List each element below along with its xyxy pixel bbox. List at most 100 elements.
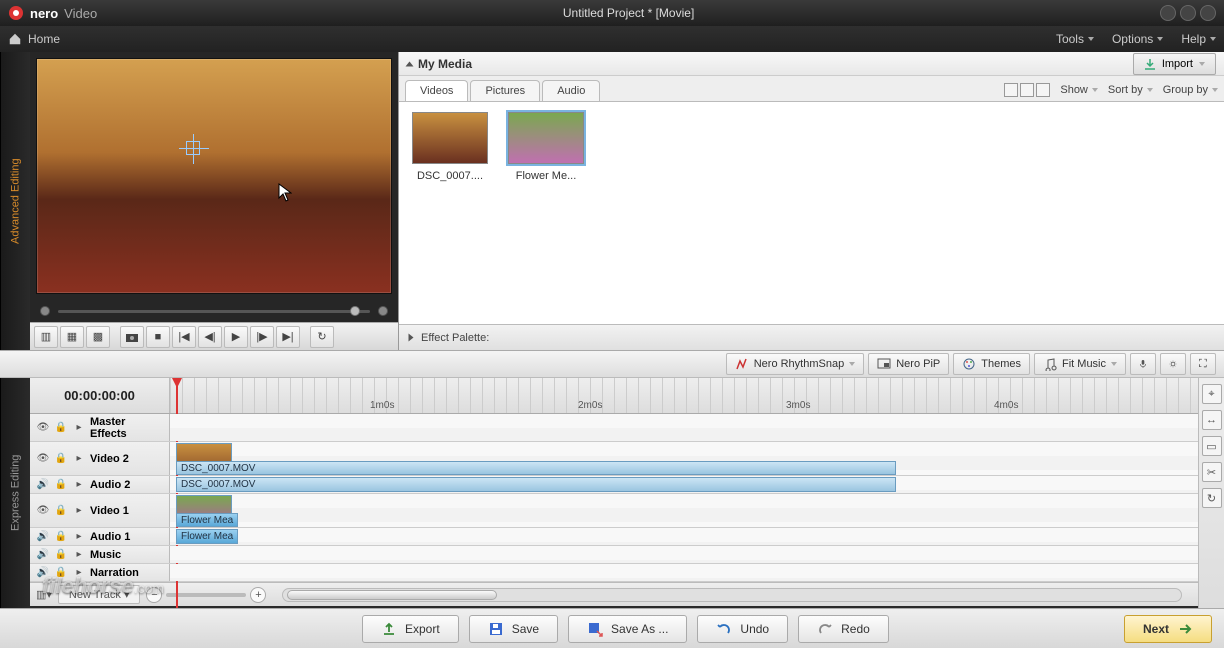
media-item[interactable]: DSC_0007.... bbox=[409, 112, 491, 182]
lock-icon[interactable]: 🔒 bbox=[54, 421, 68, 435]
audio-clip[interactable]: DSC_0007.MOV bbox=[176, 477, 896, 492]
speaker-icon[interactable]: 🔊 bbox=[36, 478, 50, 492]
step-back-button[interactable]: ◀| bbox=[198, 326, 222, 348]
menu-tools[interactable]: Tools bbox=[1056, 32, 1094, 46]
saveas-button[interactable]: Save As ... bbox=[568, 615, 687, 643]
mic-button[interactable] bbox=[1130, 353, 1156, 375]
expand-icon[interactable]: ▸ bbox=[72, 566, 86, 580]
effect-palette-header[interactable]: Effect Palette: bbox=[399, 324, 1224, 350]
track-layout-icon[interactable]: ▥▾ bbox=[36, 588, 52, 601]
nero-pip-button[interactable]: Nero PiP bbox=[868, 353, 949, 375]
nero-rhythmsnap-button[interactable]: Nero RhythmSnap bbox=[726, 353, 865, 375]
lock-icon[interactable]: 🔒 bbox=[54, 530, 68, 544]
gear-button[interactable] bbox=[1160, 353, 1186, 375]
show-dropdown[interactable]: Show bbox=[1060, 84, 1098, 96]
slider-thumb[interactable] bbox=[350, 306, 360, 316]
side-tab-advanced-editing[interactable]: Advanced Editing bbox=[0, 52, 30, 350]
fullscreen-button[interactable]: ⛶ bbox=[1190, 353, 1216, 375]
step-fwd-button[interactable]: |▶ bbox=[250, 326, 274, 348]
maximize-icon[interactable] bbox=[1180, 5, 1196, 21]
track-lane[interactable]: Flower Mea bbox=[170, 528, 1198, 545]
lock-icon[interactable]: 🔒 bbox=[54, 452, 68, 466]
expand-icon[interactable]: ▸ bbox=[72, 478, 86, 492]
zoom-in-button[interactable]: + bbox=[250, 587, 266, 603]
timeline-scrollbar[interactable] bbox=[282, 588, 1182, 602]
stop-button[interactable]: ■ bbox=[146, 326, 170, 348]
export-button[interactable]: Export bbox=[362, 615, 459, 643]
video-clip[interactable]: Flower Mea bbox=[176, 513, 238, 527]
view-list-icon[interactable] bbox=[1036, 83, 1050, 97]
lock-icon[interactable]: 🔒 bbox=[54, 478, 68, 492]
sortby-dropdown[interactable]: Sort by bbox=[1108, 84, 1153, 96]
preview-canvas[interactable] bbox=[36, 58, 392, 294]
view-medium-icon[interactable] bbox=[1020, 83, 1034, 97]
next-frame-button[interactable]: ▶| bbox=[276, 326, 300, 348]
loop-button[interactable]: ↻ bbox=[310, 326, 334, 348]
video-clip[interactable]: DSC_0007.MOV bbox=[176, 461, 896, 475]
cut-tool-button[interactable]: ✂ bbox=[1202, 462, 1222, 482]
zoom-out-button[interactable]: − bbox=[146, 587, 162, 603]
play-button[interactable]: ▶ bbox=[224, 326, 248, 348]
magnet-tool-button[interactable]: ⌖ bbox=[1202, 384, 1222, 404]
speaker-icon[interactable]: 🔊 bbox=[36, 530, 50, 544]
track-lane[interactable]: DSC_0007.MOV bbox=[170, 442, 1198, 475]
speaker-icon[interactable]: 🔊 bbox=[36, 566, 50, 580]
undo-label: Undo bbox=[740, 622, 769, 636]
import-icon bbox=[1144, 58, 1156, 70]
speaker-icon[interactable]: 🔊 bbox=[36, 548, 50, 562]
track-lane[interactable]: DSC_0007.MOV bbox=[170, 476, 1198, 493]
expand-icon[interactable]: ▸ bbox=[72, 530, 86, 544]
next-button[interactable]: Next bbox=[1124, 615, 1212, 643]
menu-options[interactable]: Options bbox=[1112, 32, 1163, 46]
lock-icon[interactable]: 🔒 bbox=[54, 504, 68, 518]
track-lane[interactable] bbox=[170, 546, 1198, 563]
track-lane[interactable] bbox=[170, 564, 1198, 581]
preview-scrub-slider[interactable] bbox=[30, 300, 398, 322]
snapshot-button[interactable] bbox=[120, 326, 144, 348]
eye-icon[interactable]: 👁 bbox=[36, 504, 50, 518]
screen-layout-button[interactable]: ▥ bbox=[34, 326, 58, 348]
side-tab-express-editing[interactable]: Express Editing bbox=[0, 378, 30, 608]
save-button[interactable]: Save bbox=[469, 615, 558, 643]
chevron-down-icon bbox=[849, 362, 855, 366]
track-lane[interactable] bbox=[170, 414, 1198, 441]
menu-help[interactable]: Help bbox=[1181, 32, 1216, 46]
lock-icon[interactable]: 🔒 bbox=[54, 566, 68, 580]
fit-music-button[interactable]: Fit Music bbox=[1034, 353, 1126, 375]
new-track-button[interactable]: New Track ▾ bbox=[58, 585, 141, 604]
refresh-tool-button[interactable]: ↻ bbox=[1202, 488, 1222, 508]
ruler-scale[interactable]: 1m0s 2m0s 3m0s 4m0s bbox=[170, 378, 1198, 413]
timecode-display[interactable]: 00:00:00:00 bbox=[30, 378, 170, 413]
expand-triangle-icon bbox=[409, 334, 414, 342]
tab-audio[interactable]: Audio bbox=[542, 80, 600, 101]
close-icon[interactable] bbox=[1200, 5, 1216, 21]
collapse-triangle-icon[interactable] bbox=[406, 61, 414, 66]
home-button[interactable]: Home bbox=[8, 32, 60, 46]
minimize-icon[interactable] bbox=[1160, 5, 1176, 21]
scrollbar-thumb[interactable] bbox=[287, 590, 497, 600]
zoom-slider[interactable] bbox=[166, 593, 246, 597]
track-lane[interactable]: Flower Mea bbox=[170, 494, 1198, 527]
expand-icon[interactable]: ▸ bbox=[72, 548, 86, 562]
tab-pictures[interactable]: Pictures bbox=[470, 80, 540, 101]
expand-icon[interactable]: ▸ bbox=[72, 421, 86, 435]
import-button[interactable]: Import bbox=[1133, 53, 1216, 75]
prev-frame-button[interactable]: |◀ bbox=[172, 326, 196, 348]
eye-icon[interactable]: 👁 bbox=[36, 452, 50, 466]
eye-icon[interactable]: 👁 bbox=[36, 421, 50, 435]
media-item[interactable]: Flower Me... bbox=[505, 112, 587, 182]
grid-button[interactable]: ▩ bbox=[86, 326, 110, 348]
pointer-tool-button[interactable]: ↔ bbox=[1202, 410, 1222, 430]
groupby-dropdown[interactable]: Group by bbox=[1163, 84, 1218, 96]
themes-button[interactable]: Themes bbox=[953, 353, 1030, 375]
redo-button[interactable]: Redo bbox=[798, 615, 889, 643]
expand-icon[interactable]: ▸ bbox=[72, 504, 86, 518]
lock-icon[interactable]: 🔒 bbox=[54, 548, 68, 562]
safe-area-button[interactable]: ▦ bbox=[60, 326, 84, 348]
tab-videos[interactable]: Videos bbox=[405, 80, 468, 101]
view-large-icon[interactable] bbox=[1004, 83, 1018, 97]
expand-icon[interactable]: ▸ bbox=[72, 452, 86, 466]
undo-button[interactable]: Undo bbox=[697, 615, 788, 643]
audio-clip[interactable]: Flower Mea bbox=[176, 529, 238, 544]
select-tool-button[interactable]: ▭ bbox=[1202, 436, 1222, 456]
